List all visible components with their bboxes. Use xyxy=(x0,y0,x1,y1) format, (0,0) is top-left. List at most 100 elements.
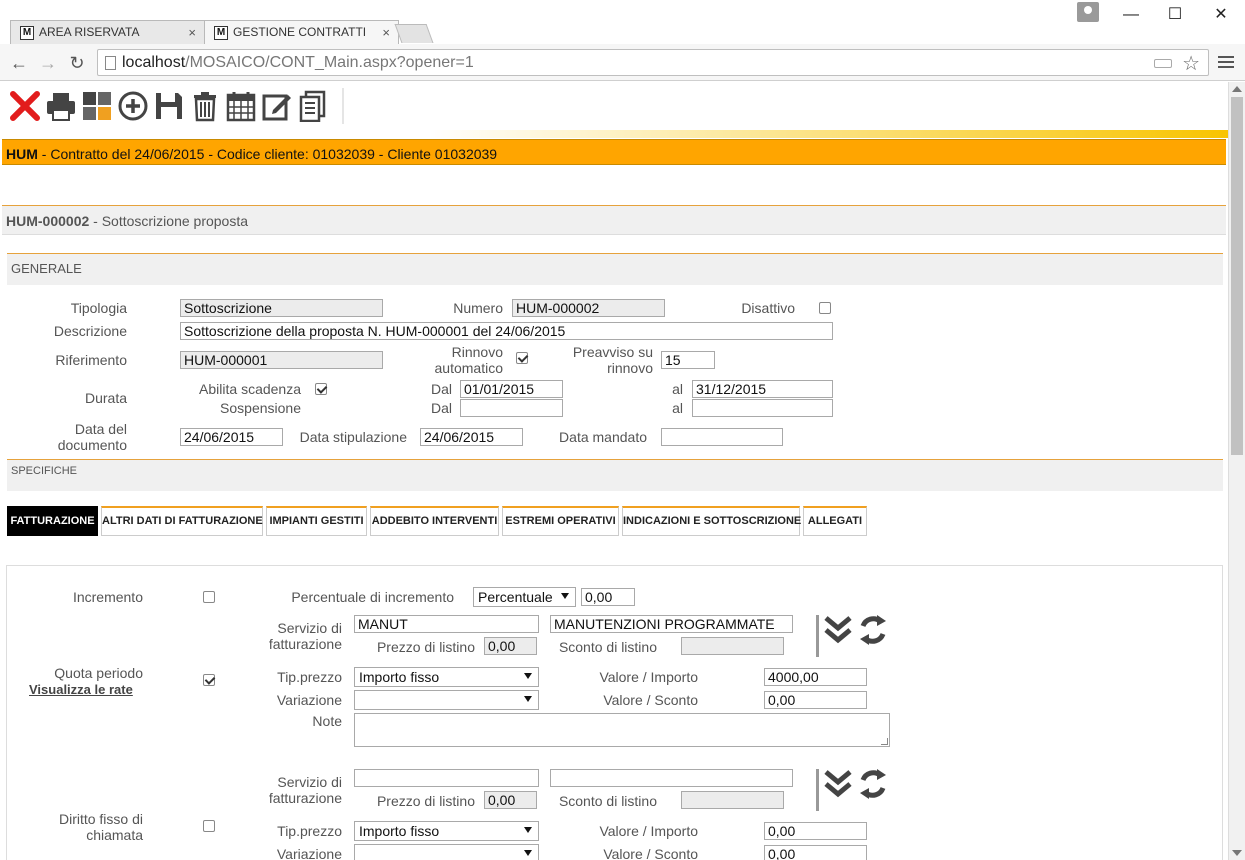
double-chevron-down-icon[interactable] xyxy=(822,768,854,800)
data-stipulazione-field[interactable]: 24/06/2015 xyxy=(420,428,523,446)
tab-estremi-operativi[interactable]: ESTREMI OPERATIVI xyxy=(502,506,619,536)
valore-sconto-field[interactable]: 0,00 xyxy=(764,691,867,709)
preavviso-field[interactable]: 15 xyxy=(661,351,715,369)
descrizione-field[interactable]: Sottoscrizione della proposta N. HUM-000… xyxy=(180,322,833,340)
reload-icon[interactable]: ↻ xyxy=(66,52,88,74)
edit-icon[interactable] xyxy=(261,90,293,122)
tab-close-icon[interactable]: × xyxy=(188,25,196,40)
section-specifiche: SPECIFICHE xyxy=(7,459,1223,491)
riferimento-field[interactable]: HUM-000001 xyxy=(180,351,383,369)
data-mandato-field[interactable] xyxy=(661,428,783,446)
tab-fatturazione[interactable]: FATTURAZIONE xyxy=(7,506,98,536)
scroll-down-icon[interactable] xyxy=(1232,850,1242,856)
diritto-fisso-checkbox[interactable] xyxy=(203,820,215,832)
servizio2-code-field[interactable] xyxy=(354,769,539,787)
save-icon[interactable] xyxy=(153,90,185,122)
refresh-icon[interactable] xyxy=(856,614,890,646)
tab-impianti-gestiti[interactable]: IMPIANTI GESTITI xyxy=(266,506,367,536)
tab-altri-dati-fatturazione[interactable]: ALTRI DATI DI FATTURAZIONE xyxy=(101,506,263,536)
forward-icon[interactable]: → xyxy=(37,52,59,74)
disattivo-checkbox[interactable] xyxy=(819,302,831,314)
minimize-button[interactable]: — xyxy=(1116,4,1146,26)
prezzo-listino-label: Prezzo di listino xyxy=(376,639,475,655)
disattivo-label: Disattivo xyxy=(741,300,795,316)
tipologia-field[interactable]: Sottoscrizione xyxy=(180,299,383,317)
al-field-1[interactable]: 31/12/2015 xyxy=(692,380,833,398)
prezzo2-listino-label: Prezzo di listino xyxy=(376,793,475,809)
percentuale-value-field[interactable]: 0,00 xyxy=(581,588,635,606)
valore-importo2-field[interactable]: 0,00 xyxy=(764,822,867,840)
keyboard-icon[interactable] xyxy=(1154,59,1172,68)
valore-sconto-label: Valore / Sconto xyxy=(603,692,698,708)
menu-icon[interactable] xyxy=(1218,53,1234,71)
scroll-up-icon[interactable] xyxy=(1232,86,1242,92)
note-textarea[interactable] xyxy=(354,713,890,747)
tab-indicazioni-sottoscrizione[interactable]: INDICAZIONI E SOTTOSCRIZIONE xyxy=(622,506,801,536)
chevron-down-icon xyxy=(524,850,532,856)
dal-field-1[interactable]: 01/01/2015 xyxy=(460,380,563,398)
puzzle-icon[interactable] xyxy=(81,90,113,122)
toolbar-gradient xyxy=(0,130,1228,138)
divider xyxy=(816,769,819,811)
delete-icon[interactable] xyxy=(189,90,221,122)
print-icon[interactable] xyxy=(45,90,77,122)
divider xyxy=(816,615,819,657)
incremento-checkbox[interactable] xyxy=(203,591,215,603)
abilita-scadenza-label: Abilita scadenza xyxy=(199,381,301,397)
tab-close-icon[interactable]: × xyxy=(382,25,390,40)
tipologia-label: Tipologia xyxy=(70,300,127,316)
page-scrollbar[interactable] xyxy=(1228,82,1245,860)
refresh-icon[interactable] xyxy=(856,768,890,800)
sconto2-listino-label: Sconto di listino xyxy=(558,793,657,809)
dal-field-2[interactable] xyxy=(460,399,563,417)
data-documento-field[interactable]: 24/06/2015 xyxy=(180,428,283,446)
prezzo2-listino-field[interactable]: 0,00 xyxy=(484,791,537,809)
abilita-scadenza-checkbox[interactable] xyxy=(315,383,327,395)
dal-label: Dal xyxy=(430,381,452,397)
dal-label: Dal xyxy=(430,400,452,416)
window-close-button[interactable]: ✕ xyxy=(1206,4,1236,26)
calendar-icon[interactable] xyxy=(225,90,257,122)
note-label: Note xyxy=(312,713,342,729)
sconto-listino-field[interactable] xyxy=(681,637,784,655)
rinnovo-checkbox[interactable] xyxy=(516,352,528,364)
bookmark-star-icon[interactable]: ☆ xyxy=(1182,51,1200,76)
servizio-desc-field[interactable]: MANUTENZIONI PROGRAMMATE xyxy=(550,615,793,633)
tab-gestione-contratti[interactable]: M GESTIONE CONTRATTI × xyxy=(204,20,399,44)
address-bar[interactable]: localhost/MOSAICO/CONT_Main.aspx?opener=… xyxy=(97,49,1209,76)
close-icon[interactable] xyxy=(9,90,41,122)
servizio2-label-2: fatturazione xyxy=(268,790,342,806)
new-tab-button[interactable] xyxy=(394,24,434,43)
servizio2-desc-field[interactable] xyxy=(550,769,793,787)
variazione2-select[interactable] xyxy=(354,844,539,860)
rinnovo-label-2: automatico xyxy=(434,360,503,376)
tab-addebito-interventi[interactable]: ADDEBITO INTERVENTI xyxy=(370,506,499,536)
tab-area-riservata[interactable]: M AREA RISERVATA × xyxy=(10,20,205,44)
profile-icon[interactable] xyxy=(1077,2,1099,22)
prezzo-listino-field[interactable]: 0,00 xyxy=(484,637,537,655)
diritto-fisso-label-2: chiamata xyxy=(86,827,143,843)
page-content: HUM - Contratto del 24/06/2015 - Codice … xyxy=(0,82,1228,860)
servizio-code-field[interactable]: MANUT xyxy=(354,615,539,633)
variazione-select[interactable] xyxy=(354,690,539,710)
valore-sconto2-label: Valore / Sconto xyxy=(603,846,698,860)
tab-allegati[interactable]: ALLEGATI xyxy=(803,506,867,536)
maximize-button[interactable]: ☐ xyxy=(1160,4,1190,26)
numero-field[interactable]: HUM-000002 xyxy=(512,299,665,317)
add-icon[interactable] xyxy=(117,90,149,122)
valore-sconto2-field[interactable]: 0,00 xyxy=(764,845,867,860)
chevron-down-icon xyxy=(524,673,532,679)
double-chevron-down-icon[interactable] xyxy=(822,614,854,646)
sconto2-listino-field[interactable] xyxy=(681,791,784,809)
visualizza-rate-link[interactable]: Visualizza le rate xyxy=(29,682,133,697)
percentuale-select[interactable]: Percentuale xyxy=(473,587,576,607)
back-icon[interactable]: ← xyxy=(8,52,30,74)
data-documento-label-2: documento xyxy=(57,437,127,453)
copy-icon[interactable] xyxy=(297,90,329,122)
al-field-2[interactable] xyxy=(692,399,833,417)
tip-prezzo2-select[interactable]: Importo fisso xyxy=(354,821,539,841)
scrollbar-thumb[interactable] xyxy=(1231,97,1243,455)
valore-importo-field[interactable]: 4000,00 xyxy=(764,668,867,686)
tip-prezzo-select[interactable]: Importo fisso xyxy=(354,667,539,687)
quota-periodo-checkbox[interactable] xyxy=(203,674,215,686)
